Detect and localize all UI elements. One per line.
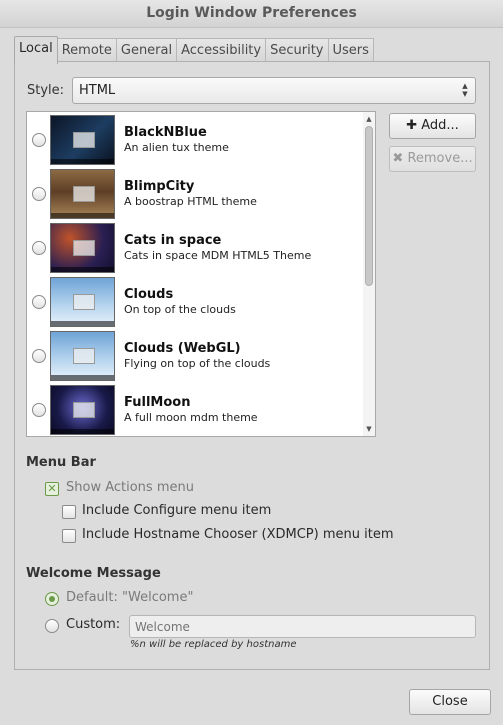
theme-radio[interactable]: [32, 187, 46, 201]
include-hostname-label: Include Hostname Chooser (XDMCP) menu it…: [82, 527, 394, 542]
close-button[interactable]: Close: [409, 689, 491, 715]
theme-thumbnail: [50, 169, 115, 219]
theme-description: Flying on top of the clouds: [124, 357, 271, 370]
tab-security[interactable]: Security: [266, 38, 329, 63]
style-combo[interactable]: HTML ▲ ▼: [72, 77, 476, 104]
theme-row[interactable]: FullMoon A full moon mdm theme: [27, 383, 359, 436]
theme-row[interactable]: BlackNBlue An alien tux theme: [27, 113, 359, 167]
theme-list-scrollbar[interactable]: ▲ ▼: [363, 112, 375, 436]
include-configure-label: Include Configure menu item: [82, 503, 272, 518]
window-title: Login Window Preferences: [146, 5, 357, 21]
theme-description: On top of the clouds: [124, 303, 236, 316]
include-hostname-checkbox[interactable]: [62, 529, 76, 543]
theme-thumbnail: [50, 331, 115, 381]
welcome-default-radio[interactable]: [45, 592, 59, 606]
scroll-down-icon[interactable]: ▼: [363, 423, 375, 435]
theme-radio[interactable]: [32, 403, 46, 417]
add-theme-button[interactable]: ✚ Add...: [389, 113, 476, 139]
tab-users[interactable]: Users: [328, 38, 374, 63]
theme-name: BlimpCity: [124, 179, 195, 194]
theme-row[interactable]: BlimpCity A boostrap HTML theme: [27, 167, 359, 221]
show-actions-label: Show Actions menu: [66, 480, 194, 495]
theme-description: A boostrap HTML theme: [124, 195, 257, 208]
welcome-default-label: Default: "Welcome": [66, 590, 194, 605]
theme-description: A full moon mdm theme: [124, 411, 258, 424]
theme-thumbnail: [50, 385, 115, 435]
style-label: Style:: [27, 83, 65, 98]
theme-description: An alien tux theme: [124, 141, 229, 154]
scroll-up-icon[interactable]: ▲: [363, 113, 375, 125]
menu-bar-heading: Menu Bar: [26, 455, 96, 470]
theme-row[interactable]: Clouds (WebGL) Flying on top of the clou…: [27, 329, 359, 383]
theme-row[interactable]: Clouds On top of the clouds: [27, 275, 359, 329]
custom-welcome-input[interactable]: [129, 615, 476, 638]
theme-thumbnail: [50, 277, 115, 327]
tab-accessibility[interactable]: Accessibility: [177, 38, 267, 63]
theme-name: FullMoon: [124, 395, 191, 410]
theme-radio[interactable]: [32, 133, 46, 147]
welcome-message-heading: Welcome Message: [26, 566, 161, 581]
theme-radio[interactable]: [32, 241, 46, 255]
theme-name: BlackNBlue: [124, 125, 207, 140]
show-actions-checkbox[interactable]: ✕: [45, 482, 59, 496]
welcome-custom-label: Custom:: [66, 617, 121, 632]
tab-bar: Local Remote General Accessibility Secur…: [14, 36, 374, 64]
theme-thumbnail: [50, 115, 115, 165]
remove-x-icon: ✖: [392, 151, 404, 166]
tab-local[interactable]: Local: [14, 36, 58, 64]
window-titlebar: Login Window Preferences: [0, 0, 503, 28]
remove-button-label: Remove...: [407, 151, 473, 166]
welcome-hint: %n will be replaced by hostname: [130, 639, 297, 650]
theme-name: Cats in space: [124, 233, 222, 248]
include-configure-checkbox[interactable]: [62, 505, 76, 519]
theme-name: Clouds (WebGL): [124, 341, 241, 356]
tab-remote[interactable]: Remote: [57, 38, 117, 63]
theme-radio[interactable]: [32, 349, 46, 363]
plus-icon: ✚: [406, 118, 418, 133]
theme-radio[interactable]: [32, 295, 46, 309]
theme-description: Cats in space MDM HTML5 Theme: [124, 249, 312, 262]
remove-theme-button[interactable]: ✖ Remove...: [389, 146, 476, 172]
tab-general[interactable]: General: [116, 38, 178, 63]
scrollbar-thumb[interactable]: [365, 126, 373, 286]
combo-arrows-icon: ▲ ▼: [462, 82, 468, 98]
theme-row[interactable]: Cats in space Cats in space MDM HTML5 Th…: [27, 221, 359, 275]
style-combo-value: HTML: [79, 83, 116, 98]
theme-list[interactable]: BlackNBlue An alien tux theme BlimpCity …: [26, 111, 376, 437]
add-button-label: Add...: [421, 118, 459, 133]
welcome-custom-radio[interactable]: [45, 619, 59, 633]
theme-name: Clouds: [124, 287, 174, 302]
theme-thumbnail: [50, 223, 115, 273]
